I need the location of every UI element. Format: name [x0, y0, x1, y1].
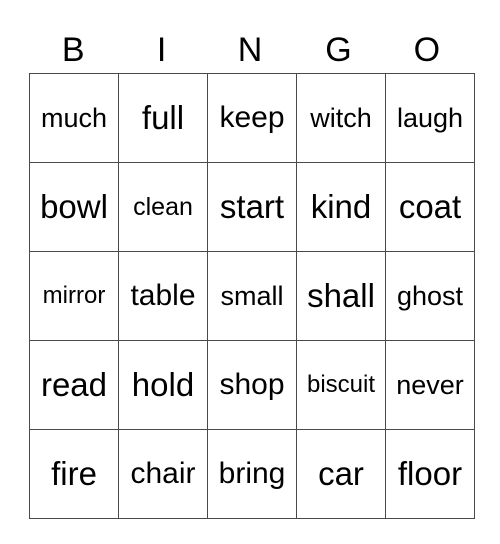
bingo-cell[interactable]: kind	[296, 162, 386, 252]
bingo-cell[interactable]: coat	[385, 162, 475, 252]
bingo-cell[interactable]: hold	[118, 340, 208, 430]
bingo-cell[interactable]: keep	[207, 73, 297, 163]
bingo-header: B I N G O	[29, 26, 471, 74]
bingo-cell[interactable]: floor	[385, 429, 475, 519]
bingo-cell[interactable]: start	[207, 162, 297, 252]
bingo-cell[interactable]: table	[118, 251, 208, 341]
header-letter-g: G	[325, 31, 352, 69]
bingo-cell[interactable]: shop	[207, 340, 297, 430]
bingo-cell[interactable]: full	[118, 73, 208, 163]
bingo-cell[interactable]: bowl	[29, 162, 119, 252]
bingo-cell[interactable]: witch	[296, 73, 386, 163]
bingo-cell[interactable]: fire	[29, 429, 119, 519]
bingo-cell[interactable]: chair	[118, 429, 208, 519]
bingo-row: much full keep witch laugh	[29, 73, 475, 163]
bingo-row: mirror table small shall ghost	[29, 251, 475, 341]
header-letter-b: B	[61, 31, 85, 69]
bingo-cell[interactable]: car	[296, 429, 386, 519]
header-letter-i: I	[156, 31, 167, 69]
bingo-cell[interactable]: shall	[296, 251, 386, 341]
bingo-cell[interactable]: read	[29, 340, 119, 430]
bingo-cell[interactable]: clean	[118, 162, 208, 252]
bingo-row: read hold shop biscuit never	[29, 340, 475, 430]
bingo-cell[interactable]: biscuit	[296, 340, 386, 430]
bingo-cell[interactable]: bring	[207, 429, 297, 519]
bingo-cell[interactable]: much	[29, 73, 119, 163]
bingo-cell[interactable]: laugh	[385, 73, 475, 163]
bingo-row: bowl clean start kind coat	[29, 162, 475, 252]
header-letter-n: N	[237, 31, 263, 69]
header-letter-o: O	[413, 31, 441, 69]
bingo-grid: much full keep witch laugh bowl clean st…	[29, 73, 475, 519]
bingo-cell[interactable]: ghost	[385, 251, 475, 341]
bingo-cell[interactable]: small	[207, 251, 297, 341]
bingo-cell[interactable]: never	[385, 340, 475, 430]
bingo-row: fire chair bring car floor	[29, 429, 475, 519]
bingo-cell[interactable]: mirror	[29, 251, 119, 341]
